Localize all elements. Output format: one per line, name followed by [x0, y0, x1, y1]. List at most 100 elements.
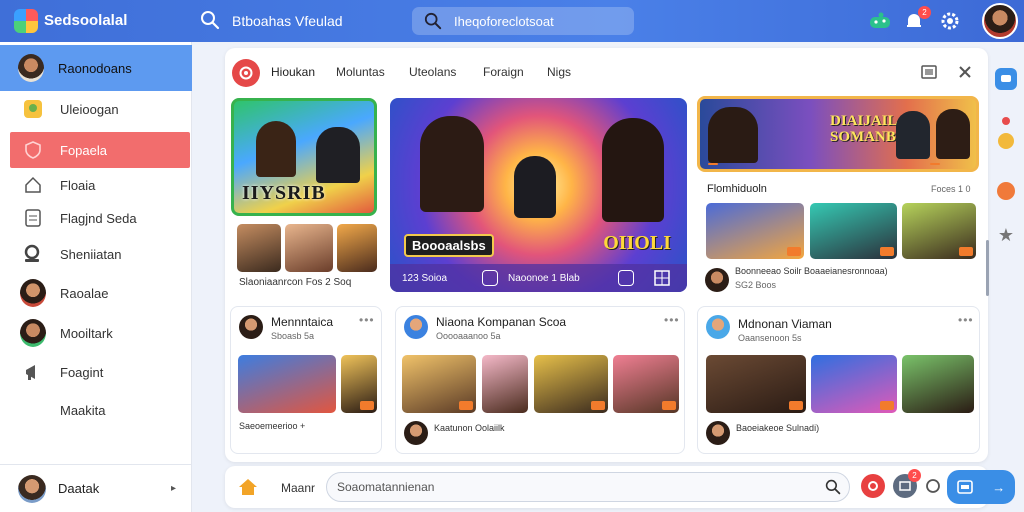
- tab-uteolans[interactable]: Uteolans: [409, 65, 456, 79]
- thumbnail-image[interactable]: [706, 203, 804, 259]
- avatar: [20, 319, 46, 347]
- bookmark-icon[interactable]: [618, 270, 634, 286]
- meta-sub: SG2 Boos: [735, 280, 777, 290]
- thumbnail-image[interactable]: [811, 355, 897, 413]
- post-sub: Sboasb 5a: [271, 331, 315, 341]
- sidebar-item-profile[interactable]: Raonodoans: [0, 45, 192, 91]
- thumbnail-image[interactable]: [534, 355, 608, 413]
- thumbnail-image[interactable]: [706, 355, 806, 413]
- avatar[interactable]: [706, 315, 730, 339]
- sidebar-item-maakita[interactable]: Maakita: [10, 392, 190, 428]
- top-bar: Sedsoolalal Btboahas Vfeulad Iheqoforecl…: [0, 0, 1024, 42]
- blank-icon: [20, 397, 46, 423]
- chat-icon[interactable]: [995, 68, 1017, 90]
- thumbnail-image[interactable]: [337, 224, 377, 272]
- sidebar-item-floaia[interactable]: Floaia: [10, 167, 190, 203]
- home-icon[interactable]: [237, 476, 259, 503]
- dot-icon[interactable]: [995, 110, 1017, 132]
- tab-foraign[interactable]: Foraign: [483, 65, 524, 79]
- close-icon[interactable]: [955, 62, 975, 82]
- sidebar-item-raoalae[interactable]: Raoalae: [10, 275, 190, 311]
- main-panel: Hioukan Moluntas Uteolans Foraign Nigs I…: [225, 48, 988, 462]
- post-footer: Baoeiakeoe Sulnadi): [736, 423, 820, 433]
- post-card[interactable]: Mdnonan Viaman Oaansenoon 5s ••• Baoeiak…: [697, 306, 980, 454]
- app-logo-icon: [14, 9, 38, 33]
- thumbnail-image[interactable]: [482, 355, 528, 413]
- thumbnail-image[interactable]: [810, 203, 897, 259]
- tag-badge: [708, 163, 718, 165]
- share-icon[interactable]: [482, 270, 498, 286]
- avatar[interactable]: [706, 421, 730, 445]
- send-button[interactable]: →: [947, 470, 1015, 504]
- hero-bottom-bar: 123 Soioa Naoonoe 1 Blab: [390, 264, 687, 292]
- user-search-icon: [20, 241, 46, 267]
- sidebar-item-label: Floaia: [60, 177, 96, 193]
- post-card[interactable]: Niaona Kompanan Scoa Ooooaaanoo 5a ••• K…: [395, 306, 685, 454]
- user-avatar[interactable]: [982, 3, 1018, 39]
- thumbnail-image[interactable]: [613, 355, 679, 413]
- thumbnail-image[interactable]: [902, 203, 976, 259]
- thumbnail-image[interactable]: [402, 355, 476, 413]
- rocket-icon[interactable]: [995, 180, 1017, 202]
- person-image: [316, 127, 360, 183]
- sidebar-footer-profile[interactable]: Daatak ▸: [0, 464, 192, 512]
- search-input[interactable]: Iheqoforeclotsoat: [412, 7, 634, 35]
- game-controller-icon[interactable]: [868, 9, 892, 33]
- gallery-icon[interactable]: 2: [893, 469, 921, 498]
- expand-icon[interactable]: [919, 62, 939, 82]
- tab-moluntas[interactable]: Moluntas: [336, 65, 385, 79]
- sidebar-item-fopaela[interactable]: Fopaela: [10, 132, 190, 168]
- star-icon[interactable]: ★: [995, 224, 1017, 246]
- post-card[interactable]: Mennntaica Sboasb 5a ••• Saeoemeerioo +: [230, 306, 382, 454]
- section-heading-meta: Foces 1 0: [931, 184, 971, 194]
- notifications-icon[interactable]: 2: [902, 6, 931, 33]
- search-icon[interactable]: [200, 10, 220, 35]
- person-image: [514, 156, 556, 218]
- more-options-icon[interactable]: •••: [958, 313, 974, 327]
- tag-badge: [930, 163, 940, 165]
- featured-caption: Slaoniaanrcon Fos 2 Soq: [239, 277, 352, 288]
- sidebar-item-label: Sheniiatan: [60, 246, 122, 262]
- mention-icon[interactable]: [921, 474, 945, 498]
- tab-hioukan[interactable]: Hioukan: [271, 65, 315, 79]
- thumbnail-image[interactable]: [341, 355, 377, 413]
- document-icon: [20, 205, 46, 231]
- sidebar-item-foagint[interactable]: Foagint: [10, 354, 190, 390]
- post-footer: Kaatunon Oolaiilk: [434, 423, 505, 433]
- person-image: [256, 121, 296, 177]
- thumbnail-image[interactable]: [285, 224, 333, 272]
- avatar[interactable]: [705, 268, 729, 292]
- page-title: Btboahas Vfeulad: [232, 13, 343, 29]
- badge-icon: [20, 96, 46, 122]
- bottom-bar: Maanr Soaomatannienan 2: [225, 466, 988, 508]
- record-icon[interactable]: [861, 474, 885, 498]
- sidebar-item-label: Mooiltark: [60, 325, 113, 341]
- grid-icon[interactable]: [654, 270, 670, 286]
- thumbnail-image[interactable]: [237, 224, 281, 272]
- check-icon[interactable]: [995, 130, 1017, 152]
- avatar[interactable]: [404, 315, 428, 339]
- sidebar-item-flagjnd-seda[interactable]: Flagjnd Seda: [10, 200, 190, 236]
- sidebar-item-mooiltark[interactable]: Mooiltark: [10, 315, 190, 351]
- hero-card[interactable]: Boooaalsbs OIIOLI 123 Soioa Naoonoe 1 Bl…: [390, 98, 687, 292]
- sidebar-item-sheniiatan[interactable]: Sheniiatan: [10, 236, 190, 272]
- more-options-icon[interactable]: •••: [359, 313, 375, 327]
- thumbnail-image[interactable]: [902, 355, 974, 413]
- avatar[interactable]: [239, 315, 263, 339]
- bottom-bar-label: Maanr: [281, 481, 316, 495]
- chevron-right-icon: ▸: [170, 483, 176, 494]
- scrollbar[interactable]: [986, 240, 989, 296]
- settings-gear-icon[interactable]: [938, 9, 962, 33]
- send-arrow-icon: →: [992, 479, 1006, 495]
- featured-card-right[interactable]: DIAIJAIL SOMANBEN: [697, 96, 979, 172]
- meta-line: Boonneeao Soilr Boaaeianesronnoaa): [735, 266, 888, 276]
- avatar[interactable]: [404, 421, 428, 445]
- message-search-input[interactable]: Soaomatannienan: [326, 472, 850, 502]
- featured-card-left[interactable]: IIYSRIB: [231, 98, 377, 216]
- sidebar-item-uleioogan[interactable]: Uleioogan: [10, 91, 190, 127]
- search-icon[interactable]: [825, 479, 841, 500]
- thumbnail-image[interactable]: [238, 355, 336, 413]
- post-author: Niaona Kompanan Scoa: [436, 315, 567, 329]
- more-options-icon[interactable]: •••: [664, 313, 680, 327]
- tab-nigs[interactable]: Nigs: [547, 65, 571, 79]
